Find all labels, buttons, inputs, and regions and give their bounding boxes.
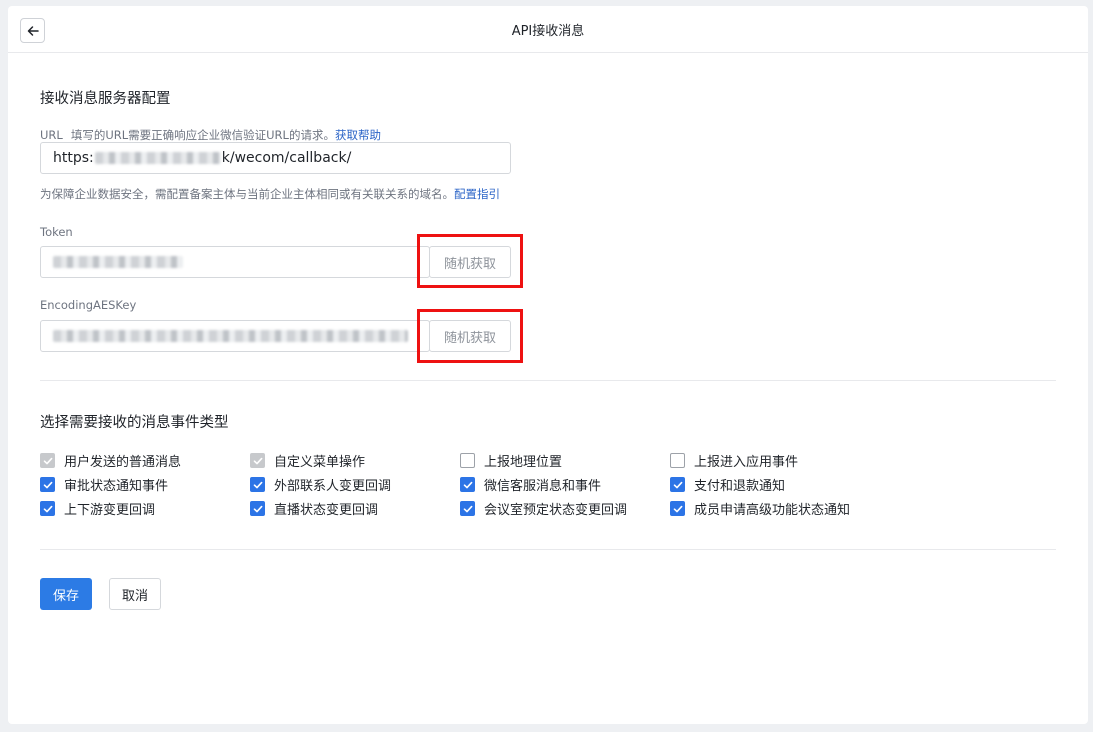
event-checkbox-item[interactable]: 上报地理位置: [460, 451, 562, 470]
event-checkbox-item[interactable]: 会议室预定状态变更回调: [460, 499, 627, 518]
checkbox-label: 微信客服消息和事件: [484, 479, 602, 494]
checkbox[interactable]: [670, 501, 685, 516]
aes-key-highlight-box: [417, 309, 523, 363]
config-guide-link[interactable]: 配置指引: [454, 187, 500, 201]
checkmark-icon: [673, 481, 682, 488]
checkmark-icon: [43, 505, 52, 512]
url-input[interactable]: https: k/wecom/callback/: [40, 142, 511, 174]
checkmark-icon: [463, 481, 472, 488]
aes-key-redacted: [53, 330, 408, 342]
checkbox[interactable]: [460, 453, 475, 468]
checkbox-label: 直播状态变更回调: [274, 503, 379, 518]
url-hint: URL 填写的URL需要正确响应企业微信验证URL的请求。获取帮助: [40, 127, 381, 143]
checkmark-icon: [253, 505, 262, 512]
events-title: 选择需要接收的消息事件类型: [40, 415, 229, 431]
divider-2: [40, 549, 1056, 550]
aes-key-label: EncodingAESKey: [40, 298, 137, 312]
save-button[interactable]: 保存: [40, 578, 93, 610]
checkmark-icon: [253, 481, 262, 488]
token-input[interactable]: [40, 246, 430, 278]
checkbox[interactable]: [460, 477, 475, 492]
checkmark-icon: [673, 505, 682, 512]
url-label: URL: [40, 128, 63, 142]
domain-note: 为保障企业数据安全，需配置备案主体与当前企业主体相同或有关联关系的域名。配置指引: [40, 186, 500, 202]
top-bar: API接收消息: [8, 6, 1088, 53]
checkbox[interactable]: [250, 501, 265, 516]
main-card: API接收消息 接收消息服务器配置 URL 填写的URL需要正确响应企业微信验证U…: [8, 6, 1088, 724]
checkbox-label: 支付和退款通知: [694, 479, 786, 494]
checkbox-label: 外部联系人变更回调: [274, 479, 392, 494]
checkbox-label: 会议室预定状态变更回调: [484, 503, 628, 518]
checkmark-icon: [43, 481, 52, 488]
url-redacted: [94, 152, 221, 164]
checkbox-label: 上报地理位置: [484, 455, 563, 470]
event-checkbox-item[interactable]: 成员申请高级功能状态通知: [670, 499, 850, 518]
checkbox: [40, 453, 55, 468]
event-checkbox-item[interactable]: 直播状态变更回调: [250, 499, 378, 518]
checkbox-label: 成员申请高级功能状态通知: [694, 503, 851, 518]
event-checkbox-item: 用户发送的普通消息: [40, 451, 181, 470]
checkmark-icon: [43, 457, 52, 464]
get-help-link[interactable]: 获取帮助: [335, 128, 381, 142]
checkbox-label: 审批状态通知事件: [64, 479, 169, 494]
checkbox[interactable]: [40, 501, 55, 516]
event-checkbox-item[interactable]: 审批状态通知事件: [40, 475, 168, 494]
event-checkbox-item[interactable]: 上下游变更回调: [40, 499, 155, 518]
url-value-prefix: https:: [53, 150, 94, 166]
token-label: Token: [40, 225, 73, 239]
checkbox-label: 上报进入应用事件: [694, 455, 799, 470]
token-redacted: [53, 256, 183, 268]
checkbox-label: 自定义菜单操作: [274, 455, 366, 470]
checkbox[interactable]: [40, 477, 55, 492]
divider-1: [40, 380, 1056, 381]
checkbox-label: 上下游变更回调: [64, 503, 156, 518]
server-config-title: 接收消息服务器配置: [40, 91, 171, 107]
page-title: API接收消息: [511, 24, 585, 39]
cancel-button[interactable]: 取消: [109, 578, 162, 610]
event-checkbox-item[interactable]: 上报进入应用事件: [670, 451, 798, 470]
checkmark-icon: [253, 457, 262, 464]
checkbox[interactable]: [250, 477, 265, 492]
checkbox[interactable]: [670, 453, 685, 468]
aes-key-input[interactable]: [40, 320, 430, 352]
event-checkbox-item[interactable]: 微信客服消息和事件: [460, 475, 601, 494]
domain-note-text: 为保障企业数据安全，需配置备案主体与当前企业主体相同或有关联关系的域名。: [40, 187, 454, 201]
event-checkbox-item[interactable]: 支付和退款通知: [670, 475, 785, 494]
event-checkbox-item: 自定义菜单操作: [250, 451, 365, 470]
checkbox-label: 用户发送的普通消息: [64, 455, 182, 470]
checkbox: [250, 453, 265, 468]
checkmark-icon: [463, 505, 472, 512]
url-value-suffix: k/wecom/callback/: [221, 150, 352, 166]
url-hint-text: 填写的URL需要正确响应企业微信验证URL的请求。: [70, 128, 335, 142]
token-highlight-box: [417, 234, 523, 288]
checkbox[interactable]: [460, 501, 475, 516]
event-checkbox-item[interactable]: 外部联系人变更回调: [250, 475, 391, 494]
checkbox[interactable]: [670, 477, 685, 492]
